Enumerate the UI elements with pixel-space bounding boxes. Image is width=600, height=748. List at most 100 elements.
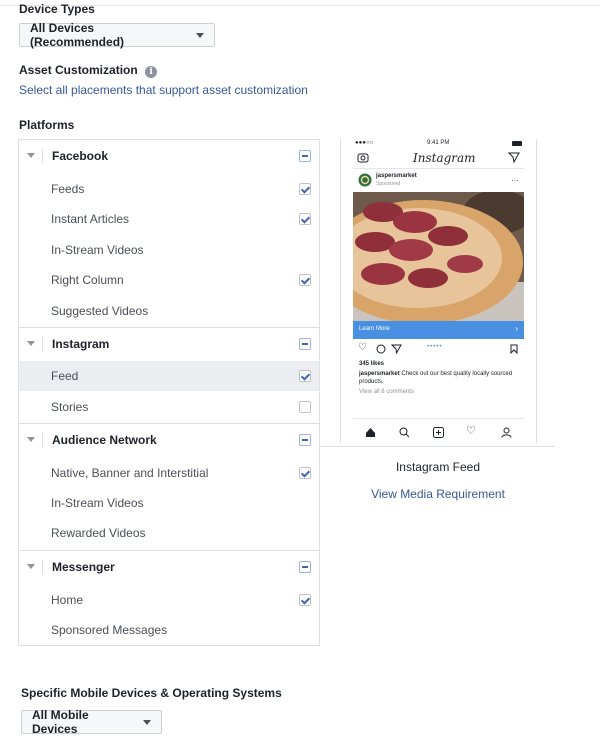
select-asset-customization-link[interactable]: Select all placements that support asset… bbox=[19, 83, 308, 97]
home-icon bbox=[366, 428, 375, 437]
collapse-caret-icon[interactable] bbox=[27, 437, 35, 442]
placement-label: In-Stream Videos bbox=[51, 243, 144, 257]
placement-row-right-column[interactable]: Right Column bbox=[19, 265, 319, 295]
product-photo bbox=[353, 192, 524, 321]
instagram-logo: Instagram bbox=[413, 151, 476, 165]
share-icon bbox=[391, 344, 402, 354]
placement-checkbox[interactable] bbox=[299, 213, 311, 225]
platforms-label: Platforms bbox=[19, 118, 75, 132]
asset-customization-label: Asset Customization i bbox=[19, 63, 158, 78]
direct-send-icon bbox=[508, 152, 520, 163]
group-facebook[interactable]: Facebook bbox=[19, 140, 319, 173]
group-title: Facebook bbox=[52, 149, 109, 163]
group-audience-network[interactable]: Audience Network bbox=[19, 423, 319, 456]
divider bbox=[353, 168, 524, 169]
placement-row-native-banner-interstitial[interactable]: Native, Banner and Interstitial bbox=[19, 458, 319, 488]
more-options-icon: … bbox=[511, 174, 519, 183]
placement-label: Feeds bbox=[51, 182, 85, 196]
collapse-caret-icon[interactable] bbox=[27, 341, 35, 346]
divider bbox=[353, 418, 524, 419]
caption: jaspersmarket Check out our best quality… bbox=[359, 370, 519, 386]
placement-label: Suggested Videos bbox=[51, 304, 149, 318]
placement-row-suggested-videos[interactable]: Suggested Videos bbox=[19, 296, 319, 326]
phone-screen: ●●●○○ 9:41 PM Instagram jaspersmarket Sp… bbox=[353, 139, 524, 443]
platform-list: Facebook Feeds Instant Articles In-Strea… bbox=[18, 139, 320, 646]
chevron-right-icon: › bbox=[515, 324, 518, 333]
account-avatar bbox=[358, 173, 372, 187]
mobile-devices-label: Specific Mobile Devices & Operating Syst… bbox=[21, 686, 282, 700]
placement-row-messenger-home[interactable]: Home bbox=[19, 585, 319, 615]
collapse-caret-icon[interactable] bbox=[27, 153, 35, 158]
caption-user: jaspersmarket bbox=[359, 371, 400, 377]
placement-checkbox[interactable] bbox=[299, 467, 311, 479]
placement-row-stories[interactable]: Stories bbox=[19, 392, 319, 422]
placement-label: Feed bbox=[51, 369, 79, 383]
chevron-down-icon bbox=[196, 32, 204, 38]
placement-row-an-in-stream-videos[interactable]: In-Stream Videos bbox=[19, 488, 319, 518]
divider bbox=[42, 433, 43, 447]
status-time: 9:41 PM bbox=[427, 140, 450, 146]
learn-more-bar[interactable]: Learn More › bbox=[353, 321, 524, 339]
placement-label: Native, Banner and Interstitial bbox=[51, 466, 209, 480]
activity-heart-icon: ♡ bbox=[466, 425, 476, 437]
asset-customization-text: Asset Customization bbox=[19, 63, 138, 77]
preview-divider bbox=[321, 446, 555, 447]
group-checkbox-instagram[interactable] bbox=[299, 338, 311, 350]
ad-preview-phone: ●●●○○ 9:41 PM Instagram jaspersmarket Sp… bbox=[340, 139, 537, 443]
group-instagram[interactable]: Instagram bbox=[19, 327, 319, 360]
placement-checkbox[interactable] bbox=[299, 401, 311, 413]
camera-icon bbox=[357, 153, 369, 163]
placement-label: In-Stream Videos bbox=[51, 496, 144, 510]
placement-row-in-stream-videos[interactable]: In-Stream Videos bbox=[19, 235, 319, 265]
placement-label: Right Column bbox=[51, 273, 124, 287]
likes-count: 345 likes bbox=[359, 361, 385, 367]
bookmark-icon bbox=[510, 344, 518, 354]
device-types-label: Device Types bbox=[19, 2, 95, 16]
chevron-down-icon bbox=[143, 719, 151, 725]
group-checkbox-audience-network[interactable] bbox=[299, 434, 311, 446]
placement-label: Home bbox=[51, 593, 84, 607]
profile-icon bbox=[501, 427, 512, 438]
sponsored-label: Sponsored bbox=[376, 181, 401, 187]
collapse-caret-icon[interactable] bbox=[27, 564, 35, 569]
view-media-requirement-link[interactable]: View Media Requirement bbox=[321, 487, 555, 501]
mobile-devices-dropdown[interactable]: All Mobile Devices bbox=[21, 708, 162, 736]
view-comments-link: View all 8 comments bbox=[359, 389, 414, 395]
placement-row-instagram-feed[interactable]: Feed bbox=[19, 361, 319, 391]
device-types-dropdown-value: All Devices (Recommended) bbox=[30, 21, 125, 49]
group-title: Messenger bbox=[52, 560, 115, 574]
battery-icon bbox=[512, 141, 522, 146]
learn-more-label: Learn More bbox=[359, 326, 390, 332]
placement-label: Stories bbox=[51, 400, 89, 414]
signal-icon: ●●●○○ bbox=[355, 140, 374, 146]
placement-checkbox[interactable] bbox=[299, 183, 311, 195]
divider bbox=[42, 337, 43, 351]
placement-row-feeds[interactable]: Feeds bbox=[19, 174, 319, 204]
group-messenger[interactable]: Messenger bbox=[19, 550, 319, 583]
group-checkbox-facebook[interactable] bbox=[299, 150, 311, 162]
placement-row-instant-articles[interactable]: Instant Articles bbox=[19, 204, 319, 234]
preview-title: Instagram Feed bbox=[395, 460, 481, 474]
comment-icon bbox=[376, 344, 386, 354]
search-icon bbox=[399, 427, 410, 438]
group-title: Audience Network bbox=[52, 433, 157, 447]
placement-label: Instant Articles bbox=[51, 212, 130, 226]
divider bbox=[42, 149, 43, 163]
placement-checkbox[interactable] bbox=[299, 274, 311, 286]
divider bbox=[42, 560, 43, 574]
group-title: Instagram bbox=[52, 337, 110, 351]
carousel-dots: ••••• bbox=[427, 344, 443, 350]
device-types-dropdown[interactable]: All Devices (Recommended) bbox=[19, 21, 215, 49]
mobile-devices-dropdown-value: All Mobile Devices bbox=[32, 708, 89, 736]
placement-checkbox[interactable] bbox=[299, 370, 311, 382]
placement-row-sponsored-messages[interactable]: Sponsored Messages bbox=[19, 615, 319, 645]
placement-label: Rewarded Videos bbox=[51, 526, 146, 540]
group-checkbox-messenger[interactable] bbox=[299, 561, 311, 573]
info-icon[interactable]: i bbox=[145, 66, 158, 78]
heart-icon: ♡ bbox=[358, 342, 367, 353]
account-name: jaspersmarket bbox=[376, 173, 417, 179]
placement-row-rewarded-videos[interactable]: Rewarded Videos bbox=[19, 518, 319, 548]
placement-checkbox[interactable] bbox=[299, 594, 311, 606]
placement-label: Sponsored Messages bbox=[51, 623, 168, 637]
add-post-icon bbox=[433, 427, 444, 438]
